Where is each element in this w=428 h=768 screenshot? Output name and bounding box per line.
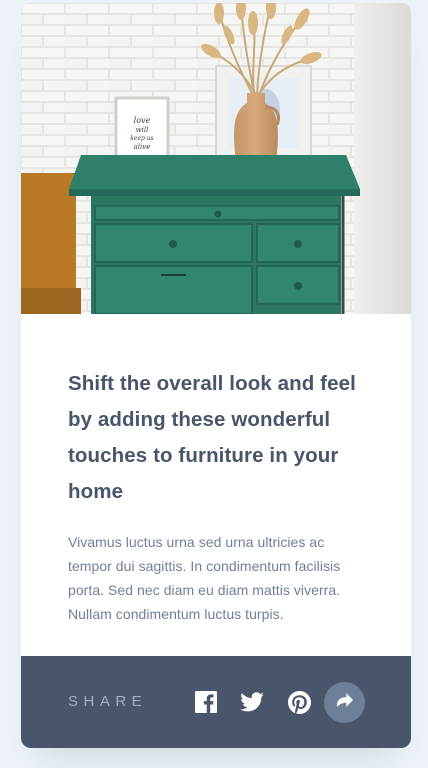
twitter-icon[interactable] [240,690,264,714]
svg-text:love: love [134,116,151,125]
page: love will keep us alive Shift the overal… [0,0,428,768]
article-content: Shift the overall look and feel by addin… [68,314,368,626]
svg-text:keep us: keep us [130,135,153,142]
share-button[interactable] [324,682,365,723]
article-card: love will keep us alive Shift the overal… [21,3,411,748]
pinterest-icon[interactable] [287,690,311,714]
facebook-icon[interactable] [194,690,218,714]
svg-text:alive: alive [134,143,151,151]
article-title[interactable]: Shift the overall look and feel by addin… [68,366,368,510]
share-bar: SHARE [21,656,411,748]
share-icon [336,693,353,712]
hero-image: love will keep us alive [21,3,411,314]
article-description: Vivamus luctus urna sed urna ultricies a… [68,534,341,622]
svg-text:will: will [136,126,149,134]
share-label: SHARE [68,693,148,710]
